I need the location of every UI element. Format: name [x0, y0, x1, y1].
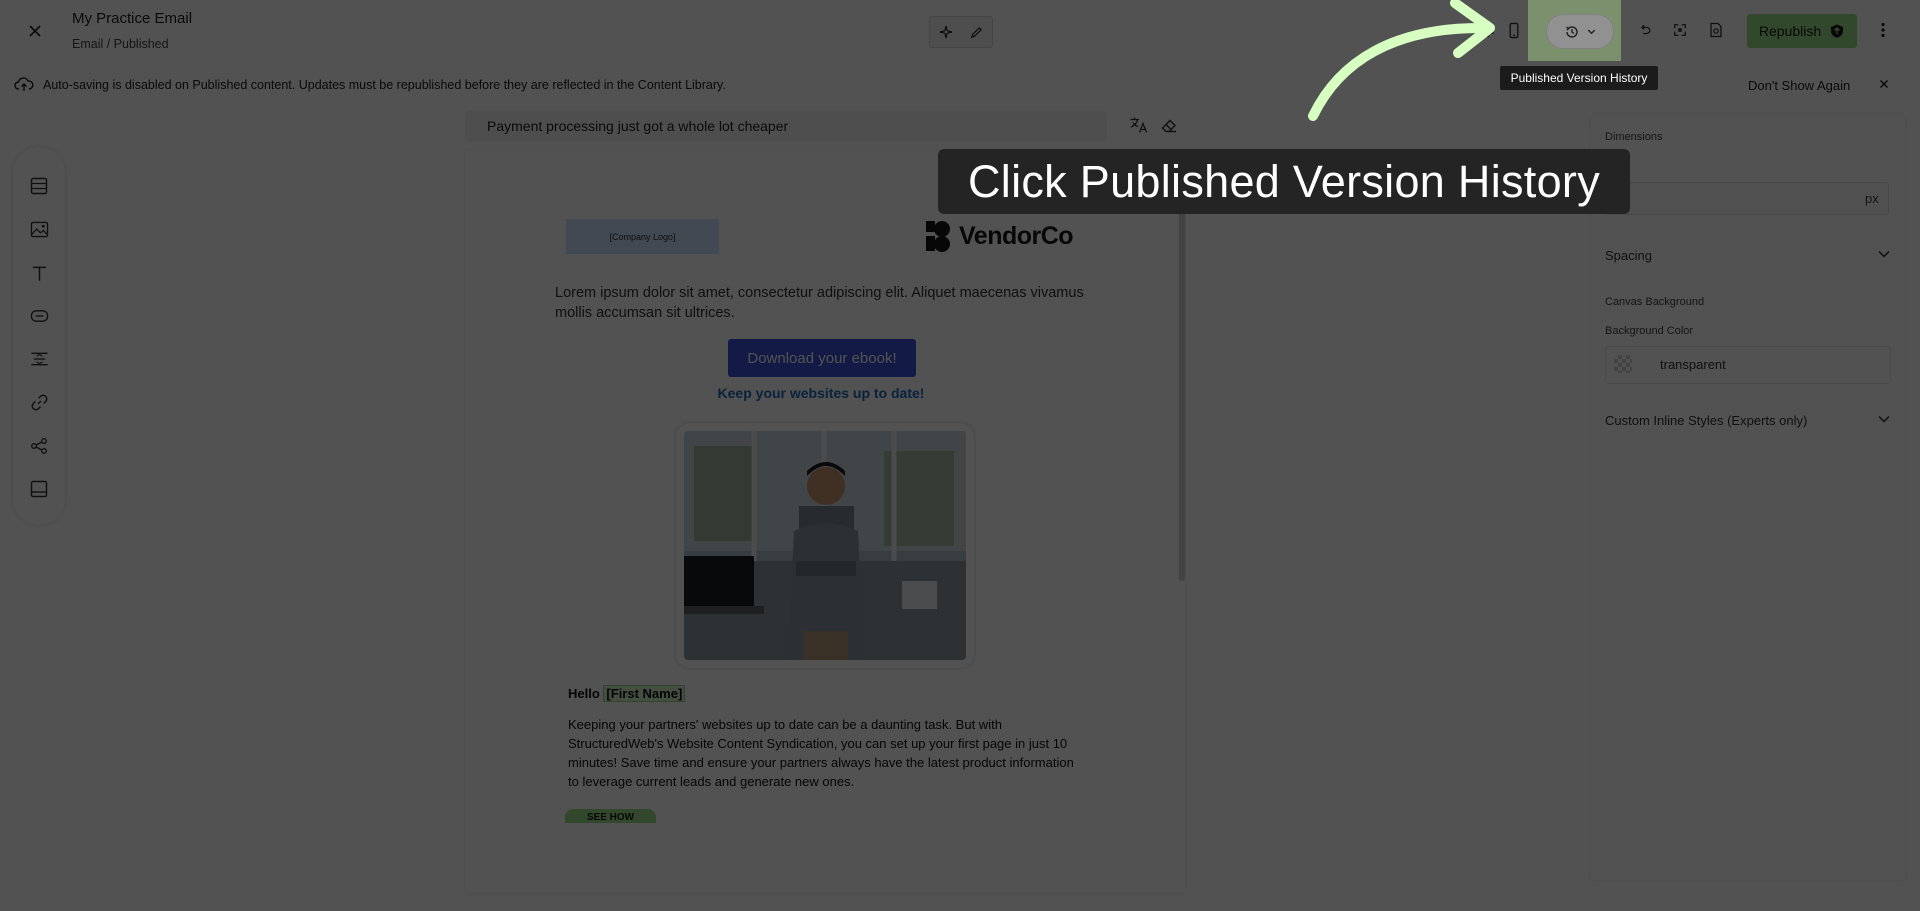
- rows-icon: [30, 177, 48, 195]
- phone-icon: [1509, 22, 1519, 38]
- shield-upload-icon: [1831, 24, 1844, 38]
- breadcrumb: Email / Published: [72, 37, 169, 51]
- close-icon: [29, 25, 41, 37]
- button-block-button[interactable]: [26, 303, 52, 329]
- canvas-background-label: Canvas Background: [1605, 296, 1705, 308]
- spacer-block-button[interactable]: [26, 346, 52, 372]
- dimensions-label: Dimensions: [1605, 131, 1663, 143]
- more-options-button[interactable]: [1870, 17, 1896, 43]
- edit-mode-button[interactable]: [964, 19, 990, 45]
- vendor-name: VendorCo: [959, 221, 1074, 250]
- block-toolbox: [13, 147, 65, 525]
- spacing-section-label[interactable]: Spacing: [1605, 248, 1652, 263]
- text-block-button[interactable]: [26, 260, 52, 286]
- first-name-merge-tag[interactable]: [First Name]: [603, 685, 686, 702]
- email-bottom-area: [465, 823, 1185, 893]
- history-icon: [1565, 25, 1578, 38]
- published-version-history-button[interactable]: [1546, 14, 1614, 49]
- expand-icon: [1674, 24, 1686, 36]
- text-icon: [32, 266, 46, 281]
- greeting-line[interactable]: Hello [First Name]: [568, 685, 686, 702]
- document-icon: [1710, 22, 1722, 38]
- width-input[interactable]: [1605, 182, 1889, 215]
- width-unit: px: [1865, 191, 1879, 206]
- intro-paragraph[interactable]: Lorem ipsum dolor sit amet, consectetur …: [555, 283, 1095, 323]
- footer-block-button[interactable]: [26, 476, 52, 502]
- background-color-label: Background Color: [1605, 325, 1694, 337]
- divider-icon: [30, 352, 48, 366]
- fullscreen-preview-button[interactable]: [1667, 17, 1693, 43]
- eraser-icon: [1161, 119, 1176, 133]
- clear-format-button[interactable]: [1156, 112, 1182, 138]
- desktop-view-button[interactable]: [1473, 17, 1499, 43]
- republish-button[interactable]: Republish: [1747, 14, 1857, 48]
- image-icon: [30, 221, 48, 237]
- undo-icon: [1641, 24, 1651, 35]
- mobile-view-button[interactable]: [1501, 17, 1527, 43]
- document-title: My Practice Email: [72, 10, 193, 27]
- background-color-value: transparent: [1660, 357, 1726, 372]
- subject-line-text: Payment processing just got a whole lot …: [487, 118, 789, 134]
- dont-show-again-link[interactable]: Don't Show Again: [1748, 78, 1850, 93]
- cloud-upload-icon: [14, 76, 34, 92]
- vendor-logo[interactable]: VendorCo: [923, 219, 1074, 253]
- background-color-picker[interactable]: [1605, 346, 1891, 384]
- social-block-button[interactable]: [26, 433, 52, 459]
- hero-image[interactable]: [684, 431, 966, 660]
- close-editor-button[interactable]: [22, 18, 48, 44]
- link-icon: [31, 394, 47, 410]
- transparent-swatch: [1614, 355, 1632, 373]
- chevron-down-icon: [1587, 29, 1595, 35]
- download-ebook-button[interactable]: Download your ebook!: [728, 339, 916, 377]
- email-scrollbar[interactable]: [1179, 151, 1185, 581]
- close-icon: [1879, 79, 1889, 89]
- properties-panel: [1591, 115, 1905, 880]
- share-icon: [31, 438, 47, 454]
- translate-icon: [1130, 117, 1148, 133]
- link-block-button[interactable]: [26, 389, 52, 415]
- greeting-text: Hello: [568, 686, 600, 701]
- ai-sparkle-button[interactable]: [933, 19, 959, 45]
- spacing-expand-button[interactable]: [1877, 247, 1891, 261]
- autosave-notice-text: Auto-saving is disabled on Published con…: [43, 78, 726, 92]
- body-paragraph[interactable]: Keeping your partners' websites up to da…: [568, 715, 1088, 791]
- translate-button[interactable]: [1126, 112, 1152, 138]
- vendor-logo-mark-icon: [926, 221, 950, 252]
- company-logo-placeholder[interactable]: [Company Logo]: [566, 219, 719, 254]
- sparkle-icon: [939, 25, 952, 39]
- republish-label: Republish: [1758, 23, 1822, 39]
- notice-close-button[interactable]: [1876, 76, 1892, 92]
- see-how-button[interactable]: SEE HOW: [565, 809, 656, 823]
- guide-callout: Click Published Version History: [938, 149, 1630, 214]
- button-icon: [30, 310, 48, 322]
- custom-styles-expand-button[interactable]: [1877, 412, 1891, 426]
- undo-button[interactable]: [1632, 17, 1658, 43]
- custom-inline-styles-label[interactable]: Custom Inline Styles (Experts only): [1605, 413, 1807, 428]
- version-history-tooltip: Published Version History: [1500, 66, 1658, 90]
- editor-mode-toggle: [929, 16, 993, 48]
- monitor-icon: [1478, 23, 1494, 37]
- image-block-button[interactable]: [26, 216, 52, 242]
- chevron-down-icon: [1878, 250, 1890, 258]
- pencil-icon: [970, 26, 983, 38]
- export-button[interactable]: [1703, 17, 1729, 43]
- keep-websites-link[interactable]: Keep your websites up to date!: [715, 385, 927, 401]
- kebab-menu-icon: [1881, 22, 1885, 38]
- chevron-down-icon: [1878, 415, 1890, 423]
- rows-block-button[interactable]: [26, 173, 52, 199]
- footer-icon: [30, 480, 48, 498]
